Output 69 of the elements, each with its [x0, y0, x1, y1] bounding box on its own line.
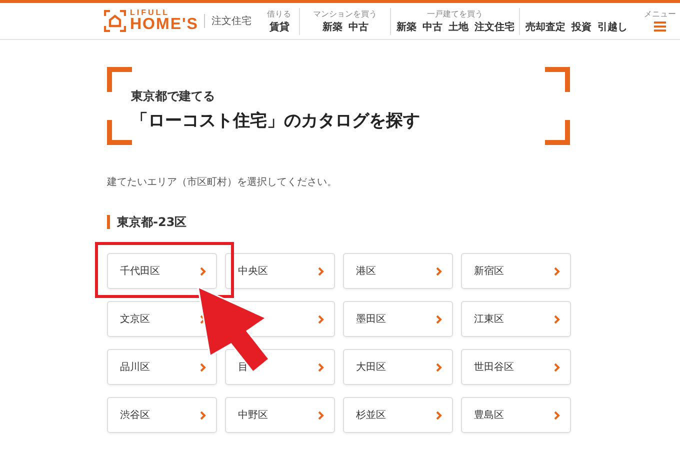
corner-bracket [107, 67, 132, 92]
area-name: 中野区 [238, 408, 268, 422]
nav-link[interactable]: 注文住宅 [474, 20, 514, 34]
area-link[interactable]: 中央区 [225, 253, 335, 289]
chevron-icon [200, 362, 206, 372]
area-name: 文京区 [120, 312, 150, 326]
area-name: 港区 [356, 264, 376, 278]
nav-caption: 借りる [267, 8, 292, 20]
menu-icon[interactable] [654, 20, 666, 32]
area-link[interactable]: 中野区 [225, 397, 335, 433]
corner-bracket [107, 120, 132, 145]
corner-bracket [545, 120, 570, 145]
area-name: 豊島区 [474, 408, 504, 422]
corner-bracket [545, 67, 570, 92]
area-name: 杉並区 [356, 408, 386, 422]
chevron-icon [200, 314, 206, 324]
hero-subtitle: 東京都で建てる [131, 88, 216, 105]
area-link[interactable]: 江東区 [461, 301, 571, 337]
area-link[interactable]: 港区 [343, 253, 453, 289]
area-name: 品川区 [120, 360, 150, 374]
nav-caption: マンションを買う [313, 8, 378, 20]
nav-link[interactable]: 引越し [597, 20, 628, 34]
area-link[interactable]: 千代田区 [107, 253, 217, 289]
area-link[interactable]: 豊島区 [461, 397, 571, 433]
chevron-icon [554, 266, 560, 276]
chevron-icon [554, 362, 560, 372]
chevron-icon [436, 266, 442, 276]
chevron-icon [436, 362, 442, 372]
area-link[interactable]: 大田区 [343, 349, 453, 385]
area-link[interactable]: 墨田区 [343, 301, 453, 337]
area-link[interactable]: 世田谷区 [461, 349, 571, 385]
area-link[interactable]: 渋谷区 [107, 397, 217, 433]
area-name: 目 [238, 361, 248, 374]
chevron-icon [554, 410, 560, 420]
area-name: 千代田区 [120, 264, 160, 278]
chevron-icon [318, 314, 324, 324]
nav-link[interactable]: 賃貸 [269, 20, 290, 34]
section-heading: 東京都-23区 [107, 215, 680, 229]
menu-caption: メニュー [644, 8, 676, 20]
instruction-text: 建てたいエリア（市区町村）を選択してください。 [107, 176, 338, 189]
chevron-icon [200, 266, 206, 276]
nav-link[interactable]: 投資 [571, 20, 592, 34]
nav-link[interactable]: 土地 [448, 20, 468, 34]
chevron-icon [200, 410, 206, 420]
nav-link[interactable]: 中古 [348, 20, 368, 34]
chevron-icon [318, 410, 324, 420]
nav-caption: 一戸建てを買う [427, 8, 484, 20]
page-title: 「ローコスト住宅」のカタログを探す [131, 110, 421, 132]
site-label: 注文住宅 [204, 14, 252, 28]
area-name: 渋谷区 [120, 408, 150, 422]
area-name: 墨田区 [356, 313, 386, 326]
area-name: 世田谷区 [474, 360, 514, 374]
chevron-icon [318, 362, 324, 372]
chevron-icon [554, 314, 560, 324]
nav-link[interactable]: 新築 [396, 20, 416, 34]
chevron-icon [436, 314, 442, 324]
area-name: 大田区 [356, 360, 386, 374]
area-link[interactable]: 杉並区 [343, 397, 453, 433]
area-name: 新宿区 [474, 264, 504, 278]
nav-link[interactable]: 新築 [322, 20, 342, 34]
chevron-icon [318, 266, 324, 276]
house-logo-icon [104, 10, 126, 32]
area-name: 江東区 [474, 312, 504, 326]
area-name: 中央区 [238, 264, 268, 278]
chevron-icon [436, 410, 442, 420]
nav-link[interactable]: 売却査定 [525, 20, 566, 34]
nav-link[interactable]: 中古 [422, 20, 442, 34]
area-link[interactable]: 品川区 [107, 349, 217, 385]
area-link[interactable]: 新宿区 [461, 253, 571, 289]
